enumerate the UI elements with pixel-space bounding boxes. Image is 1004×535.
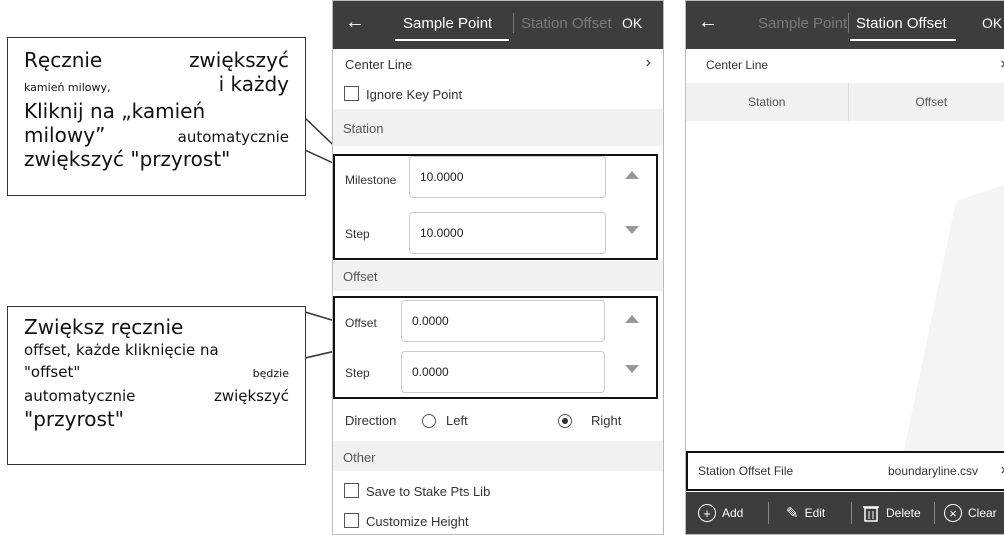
callout2-word: będzie xyxy=(252,367,289,380)
station-offset-file-row[interactable]: Station Offset File boundaryline.csv › xyxy=(686,451,1004,491)
delete-label: Delete xyxy=(886,506,921,520)
save-stake-checkbox[interactable] xyxy=(344,483,359,498)
ok-button[interactable]: OK xyxy=(982,15,1002,31)
center-line-label: Center Line xyxy=(345,57,413,72)
save-stake-label: Save to Stake Pts Lib xyxy=(366,484,491,499)
other-section-label: Other xyxy=(343,450,376,465)
clear-label: Clear xyxy=(968,506,997,520)
trash-icon xyxy=(863,506,879,522)
delete-button[interactable]: Delete xyxy=(862,492,921,534)
station-section-label: Station xyxy=(343,121,384,136)
callout2-word: automatycznie xyxy=(24,387,136,405)
ignore-key-point-label: Ignore Key Point xyxy=(366,87,463,102)
center-line-label: Center Line xyxy=(706,58,769,72)
tab-station-offset[interactable]: Station Offset xyxy=(856,15,947,32)
add-label: Add xyxy=(722,506,744,520)
callout-milestone: Ręcznie zwiększyć kamień milowy, i każdy K… xyxy=(7,37,306,196)
callout2-word: zwiększyć xyxy=(213,387,289,405)
callout2-line: "przyrost" xyxy=(24,407,124,431)
station-offset-file-label: Station Offset File xyxy=(698,464,794,478)
ignore-key-point-checkbox[interactable] xyxy=(344,86,359,101)
table-header: Station Offset xyxy=(686,83,1004,121)
callout2-word: "offset" xyxy=(24,363,81,381)
tab-sample-point[interactable]: Sample Point xyxy=(758,15,847,32)
station-section-header: Station xyxy=(333,109,663,146)
left-radio[interactable] xyxy=(422,414,436,428)
tab-separator xyxy=(848,13,849,33)
clear-button[interactable]: × Clear xyxy=(944,492,997,534)
edit-icon: ✎ xyxy=(786,505,799,522)
customize-height-checkbox[interactable] xyxy=(344,513,359,528)
tab-sample-point[interactable]: Sample Point xyxy=(403,15,492,32)
customize-height-row[interactable]: Customize Height xyxy=(333,507,663,534)
callout1-word: i każdy xyxy=(218,72,289,96)
active-tab-indicator xyxy=(850,39,956,41)
callout1-word: Ręcznie xyxy=(24,48,103,72)
edit-button[interactable]: ✎ Edit xyxy=(786,492,825,534)
edit-label: Edit xyxy=(804,506,826,520)
offset-column-header: Offset xyxy=(915,95,948,109)
toolbar-separator xyxy=(851,502,852,524)
callout2-line: Zwiększ ręcznie xyxy=(24,315,184,339)
callout1-word: zwiększyć xyxy=(188,48,289,72)
customize-height-label: Customize Height xyxy=(366,514,469,529)
offset-highlight-box xyxy=(333,296,658,399)
bottom-toolbar: + Add ✎ Edit Delete × Clear xyxy=(686,492,1004,534)
arrow-left-icon[interactable]: ← xyxy=(698,11,718,34)
top-bar: ← Sample Point Station Offset OK xyxy=(333,1,663,49)
offset-section-label: Offset xyxy=(343,269,378,284)
toolbar-separator xyxy=(934,502,935,524)
right-radio-label: Right xyxy=(591,413,622,428)
right-radio[interactable] xyxy=(558,414,572,428)
clear-icon: × xyxy=(944,504,962,522)
active-tab-indicator xyxy=(395,39,509,41)
sample-point-screen: ← Sample Point Station Offset OK Center … xyxy=(332,0,664,535)
top-bar: ← Sample Point Station Offset OK xyxy=(686,1,1004,49)
center-line-row[interactable]: Center Line › xyxy=(686,49,1004,81)
ok-button[interactable]: OK xyxy=(622,15,642,31)
tab-station-offset[interactable]: Station Offset xyxy=(521,15,612,32)
station-offset-screen: ← Sample Point Station Offset OK Center … xyxy=(685,0,1004,535)
station-highlight-box xyxy=(333,154,658,260)
add-icon: + xyxy=(698,504,716,522)
direction-row: Direction Left Right xyxy=(333,403,663,439)
callout1-word: automatycznie xyxy=(177,128,289,146)
callout-offset: Zwiększ ręcznie offset, każde kliknięcie… xyxy=(7,306,306,465)
save-stake-row[interactable]: Save to Stake Pts Lib xyxy=(333,477,663,505)
station-offset-file-value: boundaryline.csv xyxy=(888,464,979,478)
tab-separator xyxy=(513,13,514,33)
ignore-key-point-row[interactable]: Ignore Key Point xyxy=(333,79,663,109)
callout1-line: Kliknij na „kamień xyxy=(24,99,206,123)
callout2-line: offset, każde kliknięcie na xyxy=(24,341,219,359)
callout1-word: milowy” xyxy=(24,123,106,147)
other-section-header: Other xyxy=(333,441,663,471)
add-button[interactable]: + Add xyxy=(698,492,743,534)
offset-section-header: Offset xyxy=(333,261,663,291)
callout1-word: kamień milowy, xyxy=(24,81,111,94)
toolbar-separator xyxy=(768,502,769,524)
chevron-right-icon: › xyxy=(645,54,651,71)
station-column-header: Station xyxy=(686,83,849,121)
callout1-line: zwiększyć "przyrost" xyxy=(24,147,231,171)
direction-label: Direction xyxy=(345,413,397,428)
center-line-row[interactable]: Center Line › xyxy=(333,49,663,79)
arrow-left-icon[interactable]: ← xyxy=(345,11,365,34)
left-radio-label: Left xyxy=(446,413,468,428)
